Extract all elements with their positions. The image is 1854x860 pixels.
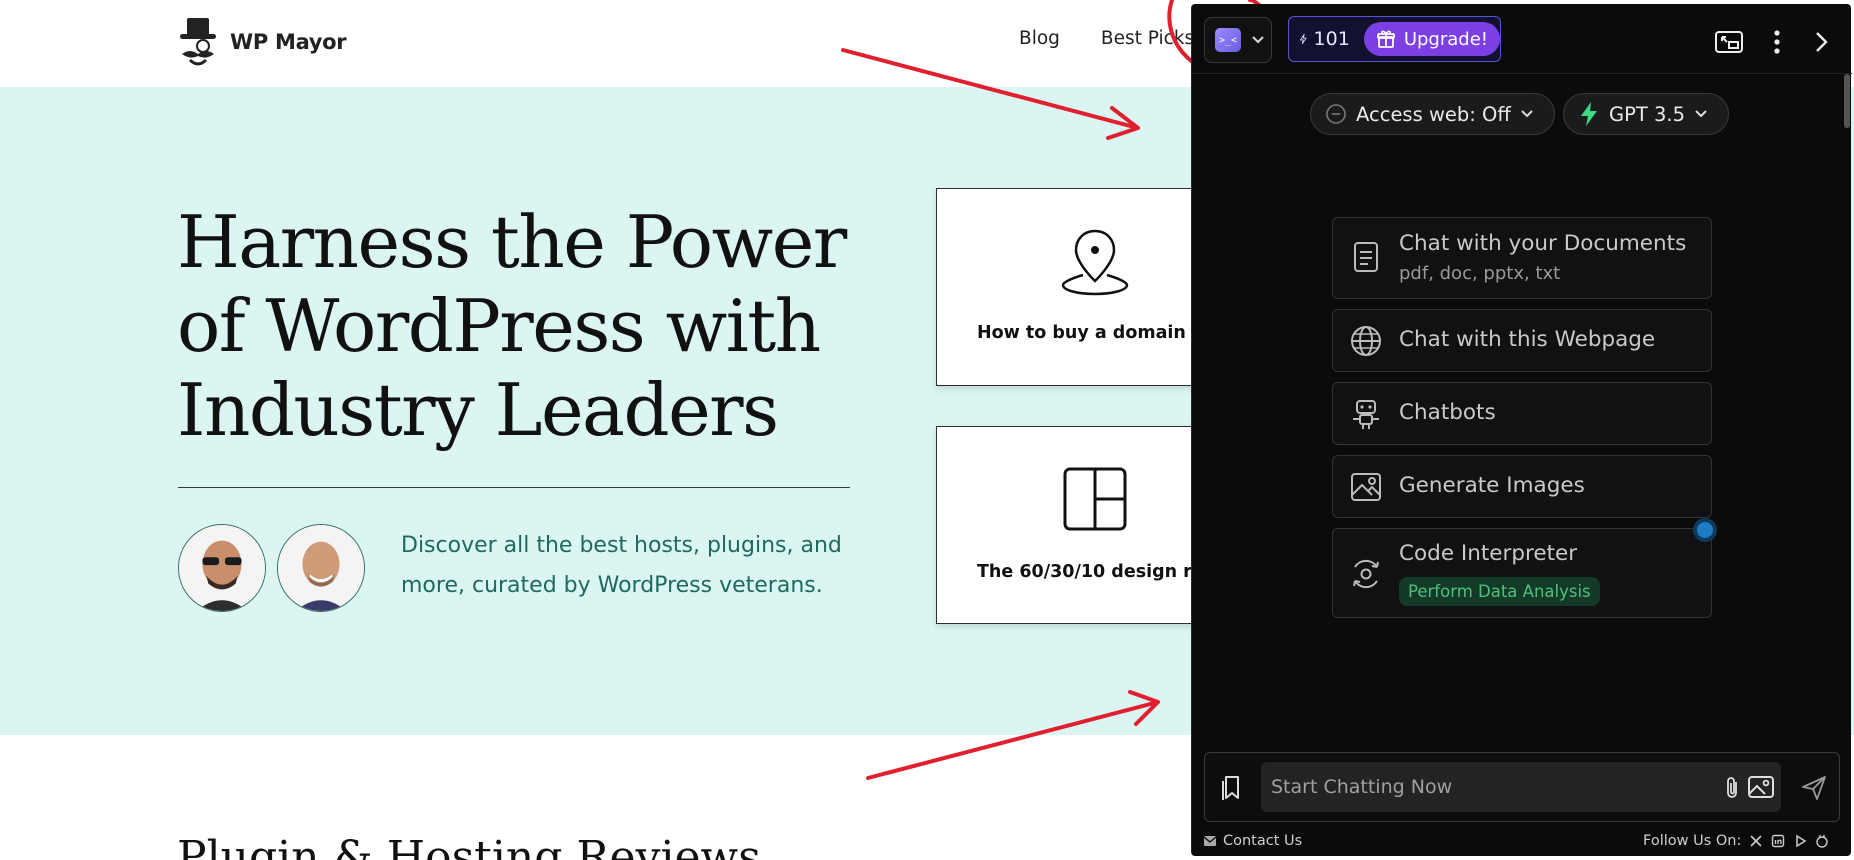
follow-us-label: Follow Us On: bbox=[1643, 833, 1742, 849]
chevron-down-icon bbox=[1521, 110, 1533, 118]
section-title: Plugin & Hosting Reviews bbox=[177, 832, 761, 860]
upgrade-button[interactable]: Upgrade! bbox=[1363, 22, 1500, 56]
nav-best-picks[interactable]: Best Picks bbox=[1101, 28, 1194, 49]
ai-assistant-panel: >_< 101 Upgrade! Access web: Off GPT 3.5… bbox=[1191, 4, 1852, 856]
document-icon bbox=[1354, 242, 1378, 272]
youtube-icon[interactable] bbox=[1793, 834, 1807, 848]
credits-bar[interactable]: 101 Upgrade! bbox=[1288, 16, 1501, 62]
panel-scrollbar[interactable] bbox=[1844, 74, 1850, 128]
feature-title: Generate Images bbox=[1399, 473, 1585, 498]
hero-description: Discover all the best hosts, plugins, an… bbox=[401, 533, 842, 598]
chevron-down-icon bbox=[1695, 110, 1707, 118]
access-web-label: Access web: Off bbox=[1356, 102, 1511, 126]
minus-circle-icon bbox=[1326, 104, 1346, 124]
feature-subtitle: pdf, doc, pptx, txt bbox=[1399, 263, 1561, 284]
feature-title: Chatbots bbox=[1399, 400, 1496, 425]
site-brand-name: WP Mayor bbox=[230, 30, 347, 54]
lightning-icon bbox=[1581, 102, 1597, 126]
nav-blog[interactable]: Blog bbox=[1019, 28, 1060, 49]
robot-icon bbox=[1353, 400, 1379, 429]
site-nav: Blog Best Picks bbox=[1019, 28, 1194, 49]
hero-title: Harness the Power of WordPress with Indu… bbox=[177, 200, 877, 452]
contact-us-link[interactable]: Contact Us bbox=[1203, 833, 1302, 849]
chat-input[interactable] bbox=[1261, 762, 1781, 812]
lightning-icon bbox=[1299, 33, 1307, 45]
panel-topbar: >_< 101 Upgrade! bbox=[1192, 4, 1852, 74]
card-label: The 60/30/10 design ru bbox=[977, 562, 1205, 582]
image-icon bbox=[1351, 473, 1381, 501]
avatar-host-2 bbox=[277, 524, 365, 612]
feature-chat-documents[interactable]: Chat with your Documents pdf, doc, pptx,… bbox=[1332, 217, 1712, 299]
feature-title: Chat with this Webpage bbox=[1399, 327, 1656, 352]
close-panel-icon[interactable] bbox=[1806, 27, 1836, 57]
assistant-avatar-icon: >_< bbox=[1215, 28, 1241, 52]
mayor-logo-icon bbox=[180, 18, 216, 66]
linkedin-icon[interactable] bbox=[1771, 834, 1785, 848]
credits-count: 101 bbox=[1313, 28, 1350, 50]
feature-code-interpreter[interactable]: Code Interpreter Perform Data Analysis bbox=[1332, 528, 1712, 618]
feature-generate-images[interactable]: Generate Images bbox=[1332, 455, 1712, 518]
person-photo-icon bbox=[179, 525, 265, 611]
feature-title: Chat with your Documents bbox=[1399, 231, 1687, 256]
card-label: How to buy a domain bbox=[977, 323, 1186, 343]
access-web-toggle[interactable]: Access web: Off bbox=[1310, 93, 1555, 135]
expand-window-icon[interactable] bbox=[1714, 27, 1744, 57]
layout-grid-icon bbox=[1063, 467, 1127, 531]
more-options-icon[interactable] bbox=[1762, 27, 1792, 57]
feature-chatbots[interactable]: Chatbots bbox=[1332, 382, 1712, 445]
hero-title-line-1: Harness the Power bbox=[177, 200, 847, 284]
x-twitter-icon[interactable] bbox=[1749, 834, 1763, 848]
panel-footer: Contact Us Follow Us On: bbox=[1192, 830, 1852, 854]
contact-us-label: Contact Us bbox=[1223, 833, 1303, 849]
feature-chat-webpage[interactable]: Chat with this Webpage bbox=[1332, 309, 1712, 372]
feature-badge: Perform Data Analysis bbox=[1399, 577, 1600, 606]
avatar-host-1 bbox=[178, 524, 266, 612]
follow-us: Follow Us On: bbox=[1643, 833, 1829, 849]
globe-icon bbox=[1351, 326, 1381, 356]
chevron-down-icon bbox=[1252, 36, 1264, 44]
chat-composer bbox=[1204, 752, 1840, 822]
code-interpreter-icon bbox=[1353, 560, 1379, 588]
model-select[interactable]: GPT 3.5 bbox=[1563, 93, 1729, 135]
image-upload-icon[interactable] bbox=[1747, 774, 1775, 800]
hero-title-line-3: Industry Leaders bbox=[177, 368, 779, 452]
mail-icon bbox=[1203, 836, 1217, 846]
assistant-switcher[interactable]: >_< bbox=[1204, 17, 1272, 63]
hero-title-line-2: of WordPress with bbox=[177, 284, 821, 368]
hero-divider bbox=[178, 487, 850, 488]
upgrade-label: Upgrade! bbox=[1403, 28, 1488, 50]
site-logo[interactable]: WP Mayor bbox=[176, 16, 347, 68]
map-pin-icon bbox=[1061, 229, 1129, 296]
prompt-library-icon[interactable] bbox=[1219, 773, 1243, 801]
discord-icon[interactable] bbox=[1815, 834, 1829, 848]
person-photo-icon bbox=[278, 525, 364, 611]
paperclip-icon[interactable] bbox=[1723, 775, 1741, 801]
feature-title: Code Interpreter bbox=[1399, 541, 1578, 566]
model-label: GPT 3.5 bbox=[1609, 102, 1685, 126]
send-icon[interactable] bbox=[1801, 775, 1827, 801]
gift-icon bbox=[1376, 30, 1395, 48]
status-indicator-dot bbox=[1697, 522, 1713, 538]
